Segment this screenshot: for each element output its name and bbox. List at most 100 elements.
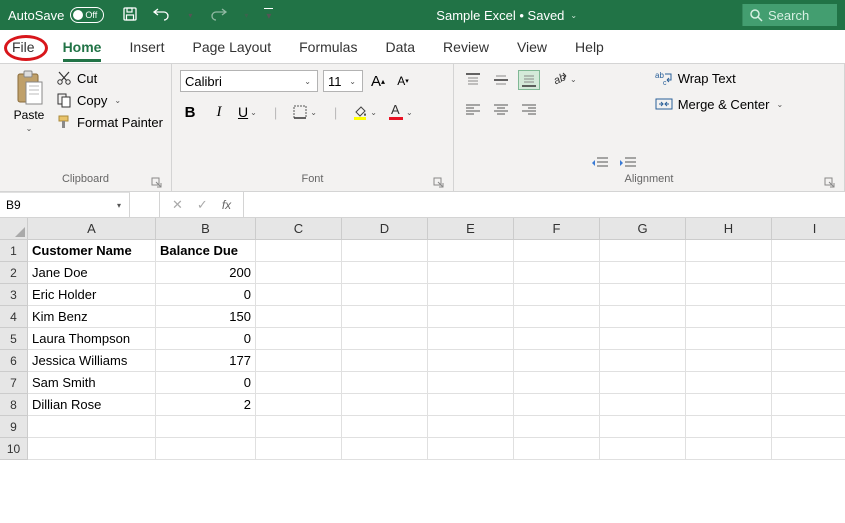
cell[interactable] bbox=[28, 438, 156, 460]
cancel-icon[interactable]: ✕ bbox=[172, 197, 183, 213]
orientation-button[interactable]: ab ⌄ bbox=[550, 70, 579, 88]
cell[interactable] bbox=[342, 240, 428, 262]
align-middle-button[interactable] bbox=[490, 70, 512, 90]
cell[interactable] bbox=[514, 394, 600, 416]
tab-help[interactable]: Help bbox=[575, 33, 604, 61]
cell[interactable]: 0 bbox=[156, 372, 256, 394]
cell[interactable] bbox=[28, 416, 156, 438]
cell[interactable] bbox=[342, 350, 428, 372]
cell[interactable] bbox=[686, 438, 772, 460]
cell[interactable] bbox=[772, 416, 845, 438]
tab-data[interactable]: Data bbox=[385, 33, 415, 61]
cell[interactable] bbox=[600, 262, 686, 284]
cell[interactable] bbox=[514, 350, 600, 372]
row-header[interactable]: 6 bbox=[0, 350, 28, 372]
row-header[interactable]: 3 bbox=[0, 284, 28, 306]
italic-button[interactable]: I bbox=[209, 102, 229, 122]
cell[interactable] bbox=[772, 240, 845, 262]
row-header[interactable]: 5 bbox=[0, 328, 28, 350]
col-header[interactable]: I bbox=[772, 218, 845, 240]
cell[interactable] bbox=[686, 306, 772, 328]
chevron-down-icon[interactable]: ⌄ bbox=[248, 108, 259, 117]
cell[interactable] bbox=[686, 394, 772, 416]
cell[interactable]: 0 bbox=[156, 328, 256, 350]
cell[interactable] bbox=[686, 284, 772, 306]
align-bottom-button[interactable] bbox=[518, 70, 540, 90]
autosave-switch[interactable]: Off bbox=[70, 7, 104, 23]
cell[interactable] bbox=[686, 240, 772, 262]
chevron-down-icon[interactable]: ⌄ bbox=[568, 75, 579, 84]
cell[interactable] bbox=[342, 438, 428, 460]
autosave-toggle[interactable]: AutoSave Off bbox=[8, 7, 104, 23]
cell[interactable]: 150 bbox=[156, 306, 256, 328]
undo-dropdown-icon[interactable]: ▾ bbox=[186, 11, 194, 20]
cell[interactable]: Customer Name bbox=[28, 240, 156, 262]
row-header[interactable]: 10 bbox=[0, 438, 28, 460]
cell[interactable] bbox=[256, 306, 342, 328]
cell[interactable] bbox=[686, 350, 772, 372]
increase-indent-button[interactable] bbox=[617, 153, 639, 173]
cell[interactable]: Jessica Williams bbox=[28, 350, 156, 372]
chevron-down-icon[interactable]: ⌄ bbox=[308, 108, 319, 117]
col-header[interactable]: E bbox=[428, 218, 514, 240]
copy-button[interactable]: Copy ⌄ bbox=[56, 92, 163, 108]
formula-input[interactable] bbox=[244, 192, 845, 217]
cell[interactable] bbox=[600, 416, 686, 438]
fill-color-button[interactable]: ⌄ bbox=[352, 104, 379, 120]
name-box[interactable]: B9 ▾ bbox=[0, 192, 130, 217]
cell[interactable] bbox=[342, 372, 428, 394]
dialog-launcher-icon[interactable] bbox=[433, 177, 445, 189]
cell[interactable]: Balance Due bbox=[156, 240, 256, 262]
font-color-button[interactable]: A ⌄ bbox=[388, 104, 415, 120]
cell[interactable] bbox=[600, 394, 686, 416]
cell[interactable] bbox=[156, 416, 256, 438]
cell[interactable] bbox=[256, 284, 342, 306]
tab-page-layout[interactable]: Page Layout bbox=[192, 33, 271, 61]
cell[interactable] bbox=[686, 262, 772, 284]
row-header[interactable]: 9 bbox=[0, 416, 28, 438]
save-icon[interactable] bbox=[122, 6, 138, 25]
merge-center-button[interactable]: Merge & Center ⌄ bbox=[655, 96, 785, 112]
cell[interactable] bbox=[772, 394, 845, 416]
cell[interactable] bbox=[428, 328, 514, 350]
font-name-combo[interactable]: Calibri ⌄ bbox=[180, 70, 318, 92]
col-header[interactable]: G bbox=[600, 218, 686, 240]
cell[interactable]: 177 bbox=[156, 350, 256, 372]
row-header[interactable]: 1 bbox=[0, 240, 28, 262]
col-header[interactable]: C bbox=[256, 218, 342, 240]
cell[interactable] bbox=[428, 262, 514, 284]
cell[interactable] bbox=[514, 372, 600, 394]
tab-home[interactable]: Home bbox=[63, 33, 102, 61]
col-header[interactable]: F bbox=[514, 218, 600, 240]
cell[interactable] bbox=[342, 306, 428, 328]
cell[interactable] bbox=[772, 438, 845, 460]
cell[interactable] bbox=[514, 284, 600, 306]
decrease-font-button[interactable]: A▾ bbox=[393, 71, 413, 91]
chevron-down-icon[interactable]: ⌄ bbox=[404, 108, 415, 117]
tab-formulas[interactable]: Formulas bbox=[299, 33, 357, 61]
cell[interactable] bbox=[686, 328, 772, 350]
cell[interactable] bbox=[342, 416, 428, 438]
format-painter-button[interactable]: Format Painter bbox=[56, 114, 163, 130]
font-size-combo[interactable]: 11 ⌄ bbox=[323, 70, 363, 92]
cut-button[interactable]: Cut bbox=[56, 70, 163, 86]
cell[interactable]: Sam Smith bbox=[28, 372, 156, 394]
wrap-text-button[interactable]: abc Wrap Text bbox=[655, 70, 785, 86]
cell[interactable]: 2 bbox=[156, 394, 256, 416]
paste-dropdown-icon[interactable]: ⌄ bbox=[24, 124, 35, 133]
align-right-button[interactable] bbox=[518, 100, 540, 120]
cell[interactable] bbox=[342, 394, 428, 416]
cell[interactable]: Laura Thompson bbox=[28, 328, 156, 350]
redo-icon[interactable] bbox=[208, 6, 228, 25]
row-header[interactable]: 4 bbox=[0, 306, 28, 328]
cell[interactable] bbox=[514, 306, 600, 328]
cell[interactable]: Eric Holder bbox=[28, 284, 156, 306]
align-top-button[interactable] bbox=[462, 70, 484, 90]
col-header[interactable]: B bbox=[156, 218, 256, 240]
borders-button[interactable]: ⌄ bbox=[292, 104, 319, 120]
cell[interactable] bbox=[256, 328, 342, 350]
cell[interactable] bbox=[256, 394, 342, 416]
chevron-down-icon[interactable]: ▾ bbox=[115, 201, 123, 210]
cell[interactable] bbox=[342, 284, 428, 306]
fx-icon[interactable]: fx bbox=[222, 198, 231, 212]
